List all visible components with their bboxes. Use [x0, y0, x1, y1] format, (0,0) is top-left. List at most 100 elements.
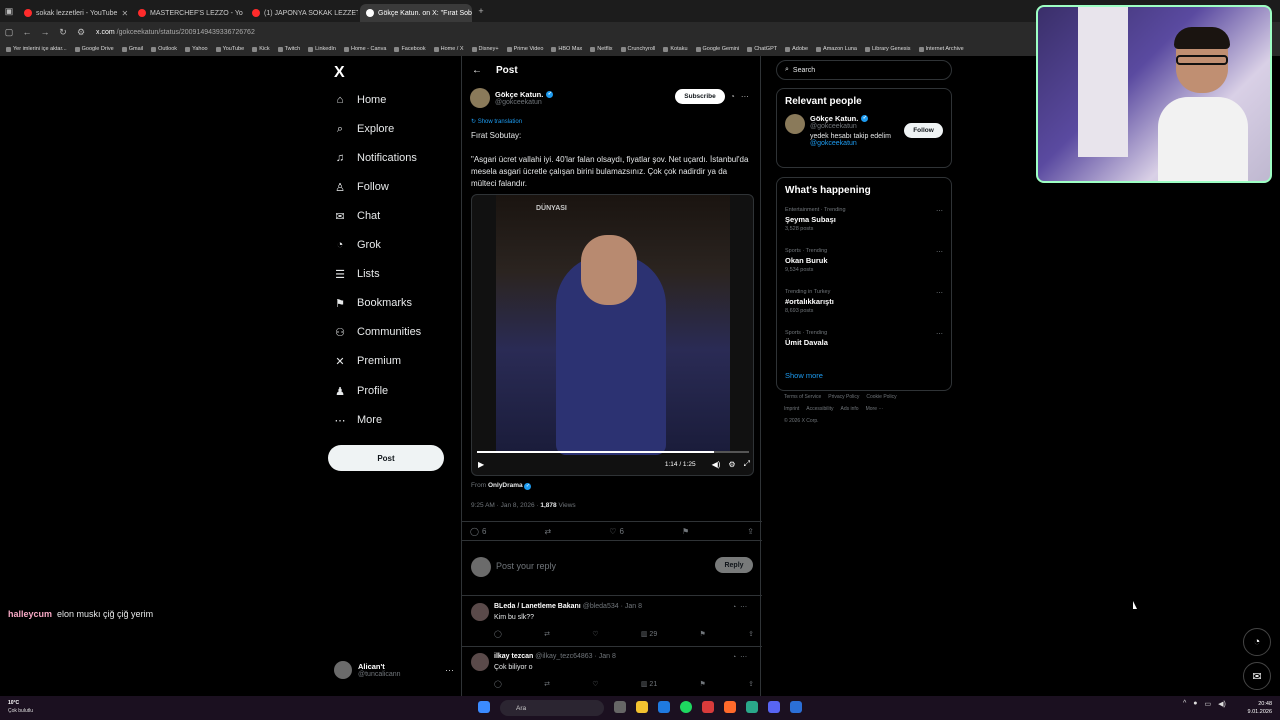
bookmark-item[interactable]: Netflix: [590, 46, 613, 52]
more-icon[interactable]: ⋯: [936, 330, 943, 338]
back-button[interactable]: ←: [18, 27, 36, 37]
subscribe-button[interactable]: Subscribe: [675, 89, 725, 104]
share-icon[interactable]: ⇪: [747, 527, 754, 536]
settings-icon[interactable]: ⚙: [728, 460, 735, 469]
reply-input[interactable]: Post your reply: [496, 561, 556, 571]
windows-start-icon[interactable]: [478, 701, 490, 713]
footer-link[interactable]: Terms of Service: [784, 394, 821, 400]
more-icon[interactable]: ⋯: [936, 207, 943, 215]
nav-item-follow[interactable]: ♙ Follow: [334, 181, 389, 194]
nav-item-more[interactable]: ⋯ More: [334, 414, 383, 427]
more-icon[interactable]: ⋯: [936, 289, 943, 297]
more-icon[interactable]: ⋯: [740, 604, 747, 611]
reply-author[interactable]: ilkay tezcan @ilkay_tezc64863 · Jan 8: [494, 653, 616, 660]
more-icon[interactable]: ⋯: [445, 665, 454, 676]
reply-icon[interactable]: ◯: [494, 680, 502, 688]
bookmark-item[interactable]: Google Drive: [74, 46, 114, 52]
heart-icon[interactable]: ♡: [592, 630, 598, 638]
nav-item-grok[interactable]: ◔ Grok: [334, 239, 381, 251]
bookmark-item[interactable]: Google Gemini: [695, 46, 739, 52]
bookmark-item[interactable]: HBO Max: [551, 46, 582, 52]
file-explorer-icon[interactable]: [636, 701, 648, 713]
nav-item-lists[interactable]: ☰ Lists: [334, 268, 380, 281]
browser-tab[interactable]: sokak lezzetleri - YouTube ✕: [18, 4, 130, 22]
messages-float-button[interactable]: ✉: [1243, 662, 1271, 690]
share-icon[interactable]: ⇪: [748, 680, 754, 688]
bookmark-item[interactable]: ChatGPT: [747, 46, 777, 52]
show-more-link[interactable]: Show more: [777, 367, 951, 390]
person-handle[interactable]: @gokceekatun: [810, 123, 891, 130]
nav-item-communities[interactable]: ⚇ Communities: [334, 326, 421, 339]
bookmark-item[interactable]: Disney+: [471, 46, 499, 52]
author-handle[interactable]: @gokceekatun: [495, 99, 553, 106]
grok-icon[interactable]: ◔: [730, 92, 735, 101]
grok-icon[interactable]: ◔: [732, 654, 736, 661]
trend-item[interactable]: Entertainment · Trending Şeyma Subaşı 3,52…: [777, 203, 951, 244]
bookmark-item[interactable]: YouTube: [215, 46, 244, 52]
mic-icon[interactable]: ●: [1193, 700, 1197, 708]
nav-item-chat[interactable]: ✉ Chat: [334, 210, 380, 223]
footer-link[interactable]: Privacy Policy: [828, 394, 859, 400]
volume-icon[interactable]: ◀): [1218, 700, 1226, 708]
reply-button[interactable]: Reply: [715, 557, 753, 573]
fullscreen-icon[interactable]: ⤢: [744, 459, 750, 469]
person-name[interactable]: Gökçe Katun.: [810, 114, 858, 123]
bio-link[interactable]: @gokceekatun: [810, 140, 891, 147]
taskbar-clock[interactable]: 20:48 9.01.2026: [1244, 700, 1272, 716]
chevron-up-icon[interactable]: ^: [1183, 700, 1186, 708]
bookmark-item[interactable]: Amazon Luna: [816, 46, 857, 52]
author-name[interactable]: Gökçe Katun.: [495, 90, 543, 99]
bookmark-item[interactable]: Home - Canva: [343, 46, 386, 52]
footer-link[interactable]: Ads info: [841, 406, 859, 412]
footer-link[interactable]: More ···: [866, 406, 884, 412]
bookmark-item[interactable]: Kick: [252, 46, 270, 52]
reply-item[interactable]: BLeda / Lanetleme Bakanı @bleda534 · Jan…: [462, 597, 762, 647]
bookmark-item[interactable]: Yer imlerini içe aktar...: [6, 46, 67, 52]
reply-action[interactable]: ◯ 6: [470, 527, 486, 536]
office-icon[interactable]: [702, 701, 714, 713]
bookmark-icon[interactable]: ⚑: [682, 527, 689, 536]
follow-button[interactable]: Follow: [904, 123, 943, 138]
play-icon[interactable]: ▶: [478, 460, 484, 469]
sidebar-toggle-icon[interactable]: ▢: [0, 27, 18, 38]
grok-icon[interactable]: ◔: [732, 604, 736, 611]
video-progress-bar[interactable]: [477, 451, 749, 453]
trend-item[interactable]: Trending in Turkey #ortalıkkarıştı 8,693 p…: [777, 285, 951, 326]
bookmark-item[interactable]: Crunchyroll: [620, 46, 655, 52]
nav-item-profile[interactable]: ♟ Profile: [334, 385, 388, 398]
spotify-icon[interactable]: [680, 701, 692, 713]
bookmark-item[interactable]: Library Genesis: [864, 46, 911, 52]
post-timestamp[interactable]: 9:25 AM · Jan 8, 2026 ·: [471, 502, 540, 509]
volume-icon[interactable]: ◀): [712, 460, 721, 469]
from-source-link[interactable]: OnlyDrama: [488, 482, 523, 489]
network-icon[interactable]: ▭: [1205, 700, 1212, 708]
nav-item-explore[interactable]: ⌕ Explore: [334, 123, 394, 136]
browser-tab[interactable]: MASTERCHEF'S LEZZO - Yo✕: [132, 4, 244, 22]
reply-item[interactable]: ilkay tezcan @ilkay_tezc64863 · Jan 8 ◔ ⋯…: [462, 647, 762, 697]
views-action[interactable]: ▥ 29: [641, 630, 657, 638]
close-tab-icon[interactable]: ✕: [121, 9, 128, 18]
browser-tab[interactable]: (1) JAPONYA SOKAK LEZZETLE✕: [246, 4, 358, 22]
video-player[interactable]: DÜNYASI ▶ 1:14 / 1:25 ◀) ⚙ ⤢: [471, 194, 754, 476]
bookmark-icon[interactable]: ⚑: [700, 630, 706, 638]
avatar[interactable]: [471, 603, 489, 621]
forward-button[interactable]: →: [36, 27, 54, 37]
grok-float-button[interactable]: ◔: [1243, 628, 1271, 656]
footer-link[interactable]: Cookie Policy: [866, 394, 896, 400]
firefox-icon[interactable]: [724, 701, 736, 713]
app-icon[interactable]: [746, 701, 758, 713]
reload-button[interactable]: ↻: [54, 27, 72, 38]
nav-item-home[interactable]: ⌂ Home: [334, 94, 387, 106]
bookmark-item[interactable]: Internet Archive: [918, 46, 964, 52]
url-field[interactable]: x.com/gokceekatun/status/200914943933672…: [96, 29, 255, 36]
site-info-icon[interactable]: ⚙: [72, 27, 90, 38]
repost-icon[interactable]: ⇄: [545, 527, 552, 536]
heart-icon[interactable]: ♡: [592, 680, 598, 688]
back-arrow-icon[interactable]: ←: [472, 65, 482, 76]
steam-icon[interactable]: [790, 701, 802, 713]
search-input[interactable]: ⌕ Search: [776, 60, 952, 80]
footer-link[interactable]: Imprint: [784, 406, 799, 412]
bookmark-item[interactable]: Home / X: [433, 46, 464, 52]
bookmark-item[interactable]: Gmail: [121, 46, 143, 52]
store-icon[interactable]: [658, 701, 670, 713]
